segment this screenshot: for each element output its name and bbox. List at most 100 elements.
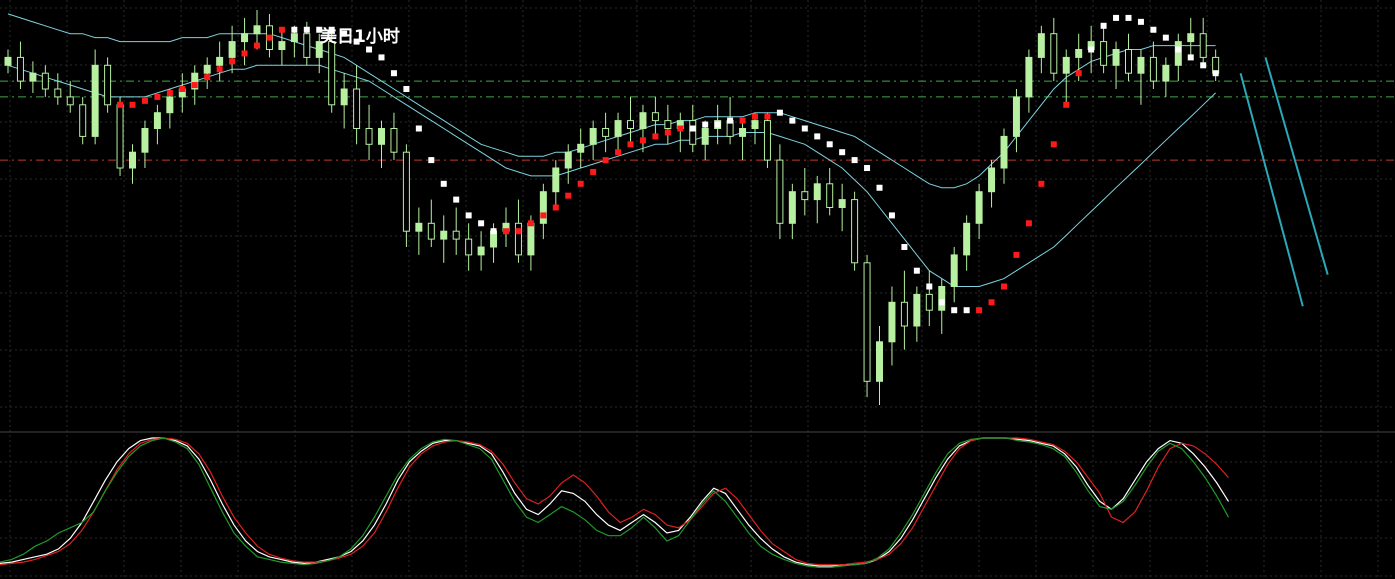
candle-body — [1125, 49, 1132, 74]
candle-body — [104, 64, 112, 106]
oscillator-d-line — [0, 437, 1229, 566]
sar-dot — [440, 180, 447, 187]
sar-dot — [1088, 46, 1095, 53]
candle-body — [739, 128, 747, 137]
sar-dot — [428, 157, 435, 164]
candle-body — [415, 222, 423, 232]
candle-body — [589, 128, 597, 145]
candle-body — [340, 88, 348, 106]
candle-body — [1000, 135, 1008, 169]
sar-dot — [1150, 26, 1157, 33]
sar-dot — [764, 113, 771, 120]
sar-dot — [1100, 22, 1107, 29]
sar-dot — [1212, 70, 1219, 77]
candle-body — [79, 104, 87, 137]
candle-body — [627, 120, 634, 129]
candle-body — [851, 199, 859, 264]
sar-dot — [714, 121, 721, 128]
candle-body — [1149, 56, 1157, 82]
sar-dot — [515, 228, 522, 235]
sar-dot — [752, 113, 758, 120]
sar-dot — [1162, 34, 1169, 41]
sar-dot — [1200, 62, 1207, 69]
candle-body — [701, 128, 709, 145]
sar-dot — [565, 192, 572, 199]
sar-dot — [826, 141, 833, 148]
sar-dot — [1075, 70, 1082, 77]
sar-dot — [951, 307, 958, 314]
sar-dot — [503, 228, 509, 235]
candle-body — [938, 286, 946, 311]
candle-body — [303, 33, 311, 58]
sar-dot — [415, 125, 422, 132]
sar-dot — [664, 129, 671, 136]
candle-body — [241, 33, 249, 43]
candle-body — [91, 64, 99, 137]
sar-dot — [403, 86, 410, 92]
sar-dot — [776, 109, 783, 116]
sar-dot — [627, 141, 634, 148]
candle-body — [763, 120, 771, 161]
candle-body — [1075, 49, 1083, 58]
candle-body — [801, 191, 809, 201]
candle-body — [788, 191, 796, 224]
sar-dot — [1063, 101, 1070, 108]
candle-body — [863, 262, 871, 382]
sar-dot — [839, 149, 846, 156]
candle-body — [1037, 33, 1045, 58]
candle-body — [838, 199, 846, 209]
oscillator-j-line — [0, 437, 1230, 569]
candle-body — [900, 301, 908, 327]
candle-body — [4, 56, 12, 66]
candle-body — [166, 96, 174, 114]
candle-body — [564, 151, 572, 169]
sar-dot — [988, 299, 995, 306]
sar-dot — [888, 212, 895, 219]
sar-dot — [864, 165, 871, 171]
sar-dot — [478, 220, 485, 227]
candle-body — [602, 128, 610, 137]
sar-dot — [266, 34, 273, 41]
sar-dot — [241, 50, 248, 57]
candle-body — [826, 183, 834, 209]
candle-body — [876, 341, 883, 382]
candle-body — [888, 301, 896, 343]
candle-body — [203, 64, 211, 74]
candle-body — [975, 191, 983, 224]
sar-dot — [465, 212, 472, 219]
candle-body — [925, 293, 933, 311]
sar-dot — [876, 184, 883, 191]
sar-dot — [963, 307, 970, 314]
sar-dot — [291, 26, 298, 33]
candle-body — [539, 191, 547, 224]
candle-body — [390, 128, 398, 153]
candle-body — [116, 104, 124, 169]
candle-body — [913, 293, 921, 327]
candle-body — [353, 88, 361, 129]
sar-dot — [851, 157, 858, 164]
candle-body — [402, 151, 410, 232]
candle-body — [1199, 33, 1207, 58]
candle-body — [689, 120, 697, 145]
candle-body — [365, 128, 373, 145]
candle-body — [1162, 64, 1170, 82]
candle-body — [1112, 49, 1120, 66]
sar-dot — [901, 244, 908, 250]
candle-body — [440, 230, 448, 240]
candle-body — [552, 167, 560, 193]
sar-dot — [639, 137, 646, 144]
candle-body — [950, 254, 958, 287]
sar-dot — [390, 70, 397, 77]
sar-dot — [117, 101, 124, 108]
sar-dot — [1125, 14, 1132, 21]
sar-dot — [789, 117, 796, 124]
candle-body — [427, 222, 435, 240]
candle-body — [813, 183, 821, 201]
candle-body — [141, 128, 149, 153]
candle-body — [577, 143, 585, 153]
candle-body — [639, 112, 647, 129]
candle-body — [228, 41, 236, 58]
candle-body — [278, 41, 286, 50]
candle-body — [776, 159, 784, 224]
candle-body — [1050, 33, 1058, 74]
